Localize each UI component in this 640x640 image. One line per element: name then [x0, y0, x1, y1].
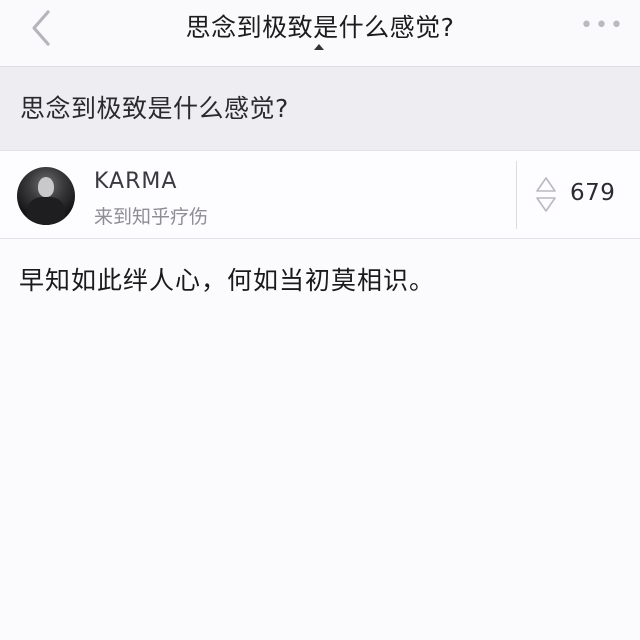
author-row: KARMA 来到知乎疗伤 679 — [0, 151, 640, 239]
caret-up-icon — [314, 44, 324, 50]
back-button[interactable] — [22, 8, 62, 48]
answer-page: 思念到极致是什么感觉? ••• 思念到极致是什么感觉? KARMA 来到知乎疗伤… — [0, 0, 640, 640]
nav-title[interactable]: 思念到极致是什么感觉? — [100, 8, 540, 44]
vote-count: 679 — [570, 180, 616, 206]
author-name[interactable]: KARMA — [94, 169, 177, 194]
top-nav-bar: 思念到极致是什么感觉? ••• — [0, 0, 640, 67]
author-bio: 来到知乎疗伤 — [94, 206, 209, 228]
vote-arrows-icon — [536, 177, 556, 212]
avatar-head — [38, 177, 54, 197]
avatar[interactable] — [17, 167, 75, 225]
answer-body: 早知如此绊人心，何如当初莫相识。 — [0, 239, 640, 640]
vote-button[interactable]: 679 — [528, 173, 628, 217]
more-button[interactable]: ••• — [580, 15, 623, 40]
answer-text: 早知如此绊人心，何如当初莫相识。 — [19, 266, 436, 295]
question-title: 思念到极致是什么感觉? — [20, 94, 289, 123]
question-header[interactable]: 思念到极致是什么感觉? — [0, 67, 640, 151]
avatar-body — [27, 197, 65, 225]
chevron-left-icon — [32, 10, 50, 46]
more-horizontal-icon: ••• — [580, 13, 625, 38]
vote-divider — [516, 161, 517, 229]
